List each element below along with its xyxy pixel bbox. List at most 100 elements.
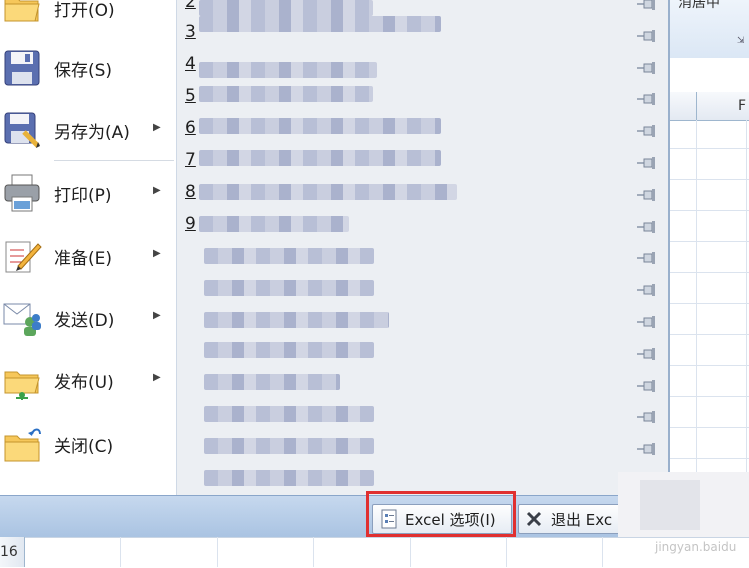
- watermark: jingyan.baidu: [655, 540, 737, 554]
- exit-excel-label: 退出 Exc: [551, 511, 613, 529]
- pin-icon[interactable]: [636, 316, 658, 328]
- recent-doc-name-blurred[interactable]: [204, 470, 374, 486]
- recent-doc-name-blurred[interactable]: [199, 16, 441, 32]
- recent-doc-number[interactable]: 5: [185, 86, 196, 106]
- menu-item-label: 保存(S): [54, 61, 113, 81]
- menu-item-5[interactable]: 发送(D) ▶: [0, 288, 176, 346]
- pin-icon[interactable]: [636, 284, 658, 297]
- grid-line: [602, 537, 603, 567]
- submenu-arrow-icon: ▶: [153, 122, 161, 133]
- merge-center-label[interactable]: 消居中: [678, 0, 720, 12]
- recent-doc-number[interactable]: 3: [185, 22, 196, 42]
- menu-item-4[interactable]: 准备(E) ▶: [0, 226, 176, 284]
- recent-doc-number[interactable]: 7: [185, 150, 196, 170]
- pin-icon[interactable]: [636, 188, 658, 201]
- menu-item-label: 发布(U): [54, 373, 114, 393]
- menu-item-label: 打印(P): [54, 186, 112, 206]
- column-header: [668, 92, 749, 121]
- exit-x-icon: [526, 511, 542, 527]
- pin-icon[interactable]: [636, 157, 658, 169]
- column-letter[interactable]: F: [738, 98, 746, 114]
- menu-separator: [54, 160, 174, 161]
- pin-icon[interactable]: [636, 93, 658, 106]
- menu-item-0[interactable]: 打开(O): [0, 0, 176, 36]
- submenu-arrow-icon: ▶: [153, 248, 161, 259]
- exit-excel-button[interactable]: 退出 Exc: [518, 504, 630, 534]
- recent-doc-number[interactable]: 4: [185, 54, 196, 74]
- ribbon-launcher-icon[interactable]: ⇲: [737, 36, 745, 46]
- grid-line: [668, 458, 749, 459]
- grid-line: [668, 365, 749, 366]
- grid-line: [668, 396, 749, 397]
- sheet-row: [0, 537, 749, 568]
- menu-item-label: 关闭(C): [54, 437, 114, 457]
- submenu-arrow-icon: ▶: [153, 372, 161, 383]
- menu-item-label: 另存为(A): [54, 123, 130, 143]
- recent-doc-name-blurred[interactable]: [204, 374, 340, 390]
- recent-doc-name-blurred[interactable]: [204, 312, 389, 328]
- recent-doc-name-blurred[interactable]: [199, 184, 457, 200]
- pin-icon[interactable]: [636, 125, 658, 138]
- menu-item-6[interactable]: 发布(U) ▶: [0, 350, 176, 408]
- grid-line: [506, 537, 507, 567]
- recent-doc-name-blurred[interactable]: [204, 438, 374, 454]
- recent-doc-name-blurred[interactable]: [199, 118, 441, 134]
- recent-doc-name-blurred[interactable]: [199, 62, 377, 78]
- recent-doc-name-blurred[interactable]: [204, 406, 374, 422]
- prepare-pencil-icon: [2, 236, 42, 276]
- grid-line: [668, 303, 749, 304]
- pin-icon[interactable]: [636, 61, 658, 74]
- send-users-icon: [2, 298, 42, 338]
- folder-open-icon: [2, 0, 42, 28]
- highlight-box: [366, 491, 516, 537]
- recent-doc-name-blurred[interactable]: [204, 248, 374, 264]
- formula-bar[interactable]: [668, 58, 749, 93]
- pin-icon[interactable]: [636, 443, 658, 456]
- pin-icon[interactable]: [636, 29, 658, 42]
- grid-line: [668, 272, 749, 273]
- pin-icon[interactable]: [636, 0, 658, 10]
- menu-item-label: 打开(O): [54, 1, 115, 21]
- recent-doc-number[interactable]: 6: [185, 118, 196, 138]
- row-number: 16: [0, 544, 18, 560]
- grid-line: [668, 334, 749, 335]
- recent-doc-name-blurred[interactable]: [204, 342, 374, 358]
- grid-line: [217, 537, 218, 567]
- menu-item-1[interactable]: 保存(S): [0, 38, 176, 96]
- recent-doc-name-blurred[interactable]: [199, 150, 441, 166]
- grid-line: [313, 537, 314, 567]
- printer-icon: [2, 173, 42, 213]
- grid-line: [668, 148, 749, 149]
- menu-item-7[interactable]: 关闭(C): [0, 414, 176, 472]
- recent-doc-number[interactable]: 2: [185, 0, 196, 12]
- grid-line: [696, 120, 697, 495]
- recent-doc-name-blurred[interactable]: [199, 0, 373, 16]
- menu-item-2[interactable]: 另存为(A) ▶: [0, 100, 176, 158]
- pin-icon[interactable]: [636, 252, 658, 265]
- pin-icon[interactable]: [636, 411, 658, 424]
- submenu-arrow-icon: ▶: [153, 185, 161, 196]
- menu-item-label: 准备(E): [54, 249, 113, 269]
- recent-doc-name-blurred[interactable]: [204, 280, 374, 296]
- close-folder-icon: [2, 424, 42, 464]
- save-as-icon: [2, 110, 42, 150]
- recent-doc-number[interactable]: 8: [185, 182, 196, 202]
- grid-line: [668, 427, 749, 428]
- grid-line: [668, 210, 749, 211]
- grid-line: [668, 241, 749, 242]
- recent-doc-number[interactable]: 9: [185, 214, 196, 234]
- column-header-divider: [696, 92, 697, 120]
- menu-item-label: 发送(D): [54, 311, 115, 331]
- grid-line: [120, 537, 121, 567]
- blurred-region-inner: [640, 480, 700, 530]
- pin-icon[interactable]: [636, 379, 658, 392]
- submenu-arrow-icon: ▶: [153, 310, 161, 321]
- pin-icon[interactable]: [636, 347, 658, 360]
- pin-icon[interactable]: [636, 220, 658, 233]
- menu-item-3[interactable]: 打印(P) ▶: [0, 163, 176, 221]
- recent-doc-name-blurred[interactable]: [199, 86, 373, 102]
- grid-line: [668, 179, 749, 180]
- publish-folder-icon: [2, 360, 42, 400]
- command-pane: 打开(O) 保存(S) 另存为(A) ▶ 打印(P) ▶ 准备(E) ▶ 发送(D) ▶ 发布(U)…: [0, 0, 176, 495]
- recent-doc-name-blurred[interactable]: [199, 216, 349, 232]
